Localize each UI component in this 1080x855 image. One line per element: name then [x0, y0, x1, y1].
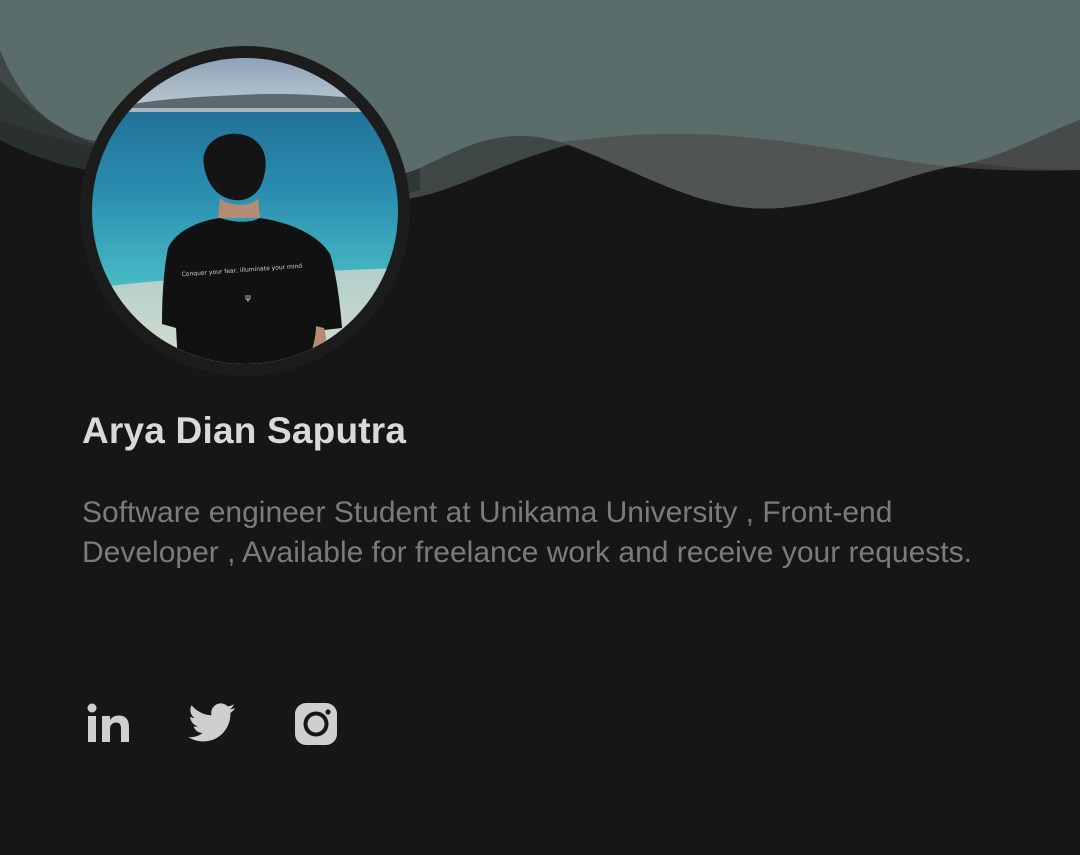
avatar: Conquer your fear, illuminate your mind … [92, 58, 398, 364]
social-links [84, 700, 340, 748]
twitter-icon [188, 703, 236, 742]
instagram-icon [295, 703, 337, 745]
profile-name: Arya Dian Saputra [82, 410, 407, 451]
profile-bio: Software engineer Student at Unikama Uni… [82, 496, 972, 569]
twitter-link[interactable] [188, 700, 236, 748]
linkedin-icon [87, 703, 129, 742]
svg-text:ψ: ψ [245, 293, 251, 303]
avatar-frame: Conquer your fear, illuminate your mind … [80, 46, 410, 376]
profile-card: Conquer your fear, illuminate your mind … [0, 0, 1080, 855]
instagram-link[interactable] [292, 700, 340, 748]
linkedin-link[interactable] [84, 700, 132, 748]
